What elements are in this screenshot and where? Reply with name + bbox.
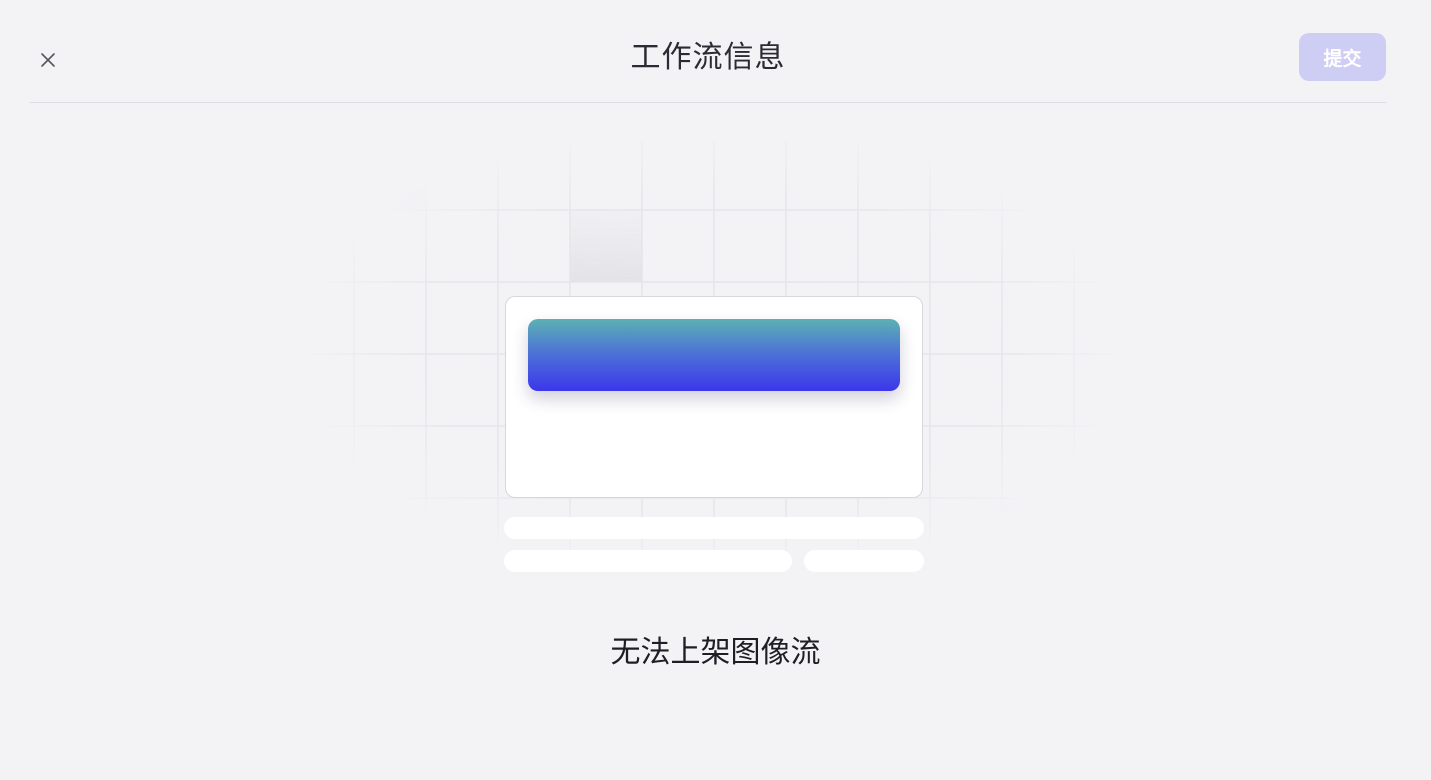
empty-state-message: 无法上架图像流 [610,635,821,670]
workflow-info-page: 工作流信息 提交 无法上架图像流 [0,0,1431,780]
submit-button[interactable]: 提交 [1299,33,1386,81]
placeholder-line [504,550,792,572]
placeholder-line [504,517,924,539]
gradient-banner [528,319,900,391]
placeholder-line [804,550,924,572]
page-header: 工作流信息 提交 [30,0,1386,103]
page-title: 工作流信息 [630,40,786,75]
preview-card [505,296,923,498]
empty-state-illustration [312,140,1112,580]
